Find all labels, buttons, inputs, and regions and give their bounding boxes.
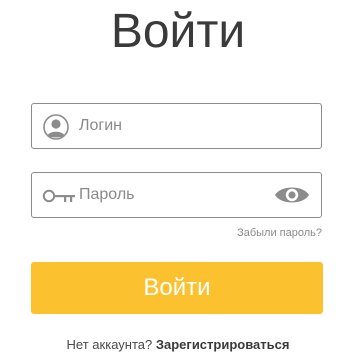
key-icon	[42, 189, 75, 203]
signup-row: Нет аккаунта? Зарегистрироваться	[0, 337, 356, 353]
password-field[interactable]	[31, 172, 322, 218]
user-icon	[43, 114, 69, 140]
signup-prompt: Нет аккаунта?	[66, 337, 153, 352]
forgot-password-link[interactable]: Забыли пароль?	[237, 226, 322, 240]
login-page: Войти Забыли пароль? Войти Нет аккаунта?…	[0, 0, 356, 364]
login-field[interactable]	[31, 103, 322, 149]
login-input[interactable]	[79, 104, 279, 148]
page-title: Войти	[110, 5, 246, 58]
register-link[interactable]: Зарегистрироваться	[156, 337, 290, 352]
login-button[interactable]: Войти	[31, 262, 323, 314]
password-input[interactable]	[79, 173, 279, 217]
eye-icon[interactable]	[274, 184, 310, 206]
